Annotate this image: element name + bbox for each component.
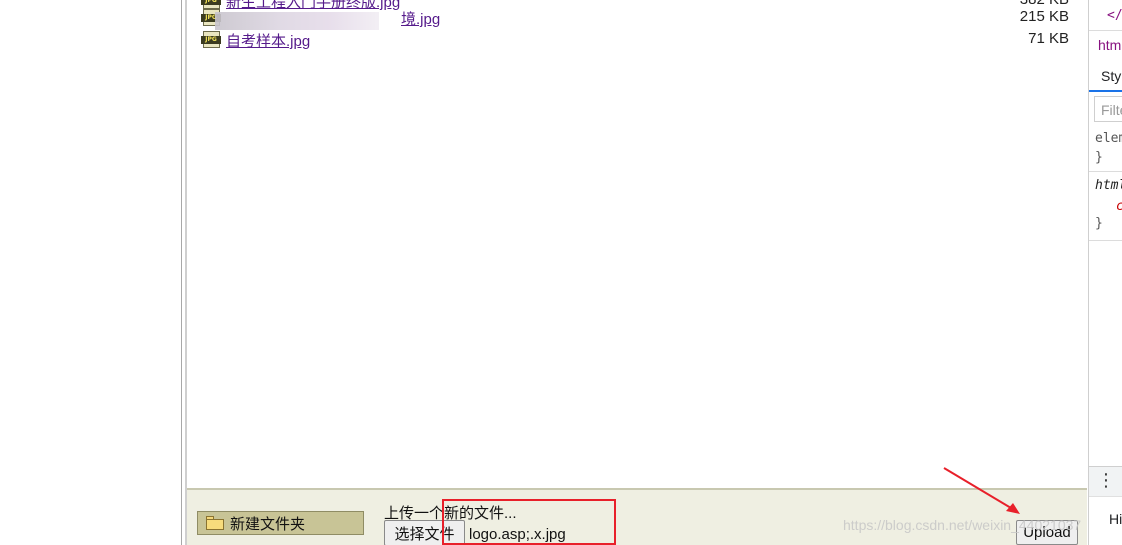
styles-filter-input[interactable]: Filter bbox=[1094, 96, 1122, 122]
devtools-panel: </ html Styles Filter element.style { } … bbox=[1088, 0, 1122, 545]
redacted-filename-blur bbox=[215, 12, 379, 30]
tab-bottom[interactable]: Hi bbox=[1089, 496, 1122, 545]
file-size: 71 KB bbox=[1028, 30, 1069, 47]
file-size: 215 KB bbox=[1019, 8, 1069, 25]
css-property: c bbox=[1116, 199, 1122, 214]
file-row[interactable]: JPG 境.jpg 215 KB bbox=[201, 7, 1081, 30]
file-link[interactable]: 境.jpg bbox=[401, 8, 440, 29]
devtools-breadcrumb[interactable]: html bbox=[1098, 37, 1122, 53]
tab-styles[interactable]: Styles bbox=[1089, 60, 1122, 92]
css-rule-selector: html { bbox=[1095, 178, 1122, 193]
folder-icon bbox=[206, 516, 224, 530]
left-blank-area bbox=[0, 0, 181, 545]
frame-divider bbox=[181, 0, 182, 545]
more-options-icon[interactable]: ⋮ bbox=[1089, 466, 1122, 496]
new-folder-label: 新建文件夹 bbox=[230, 515, 306, 533]
file-row[interactable]: JPG 自考样本.jpg 71 KB bbox=[201, 29, 1081, 51]
css-rule-close: } bbox=[1095, 150, 1103, 165]
new-folder-button[interactable]: 新建文件夹 bbox=[197, 511, 364, 535]
css-rule-close: } bbox=[1095, 216, 1103, 231]
divider bbox=[1089, 171, 1122, 172]
watermark: https://blog.csdn.net/weixin_44021037 bbox=[843, 517, 1082, 533]
file-link[interactable]: 自考样本.jpg bbox=[226, 30, 310, 51]
jpg-file-icon: JPG bbox=[201, 31, 221, 48]
divider bbox=[1089, 240, 1122, 241]
devtools-close-tag: </ bbox=[1107, 8, 1122, 23]
css-rule-selector: element.style { bbox=[1095, 131, 1122, 146]
highlight-box bbox=[442, 499, 616, 545]
file-list-panel: JPG 新生工程入门手册终版.jpg 382 KB JPG 境.jpg 215 … bbox=[187, 0, 1087, 488]
divider bbox=[1089, 30, 1122, 31]
